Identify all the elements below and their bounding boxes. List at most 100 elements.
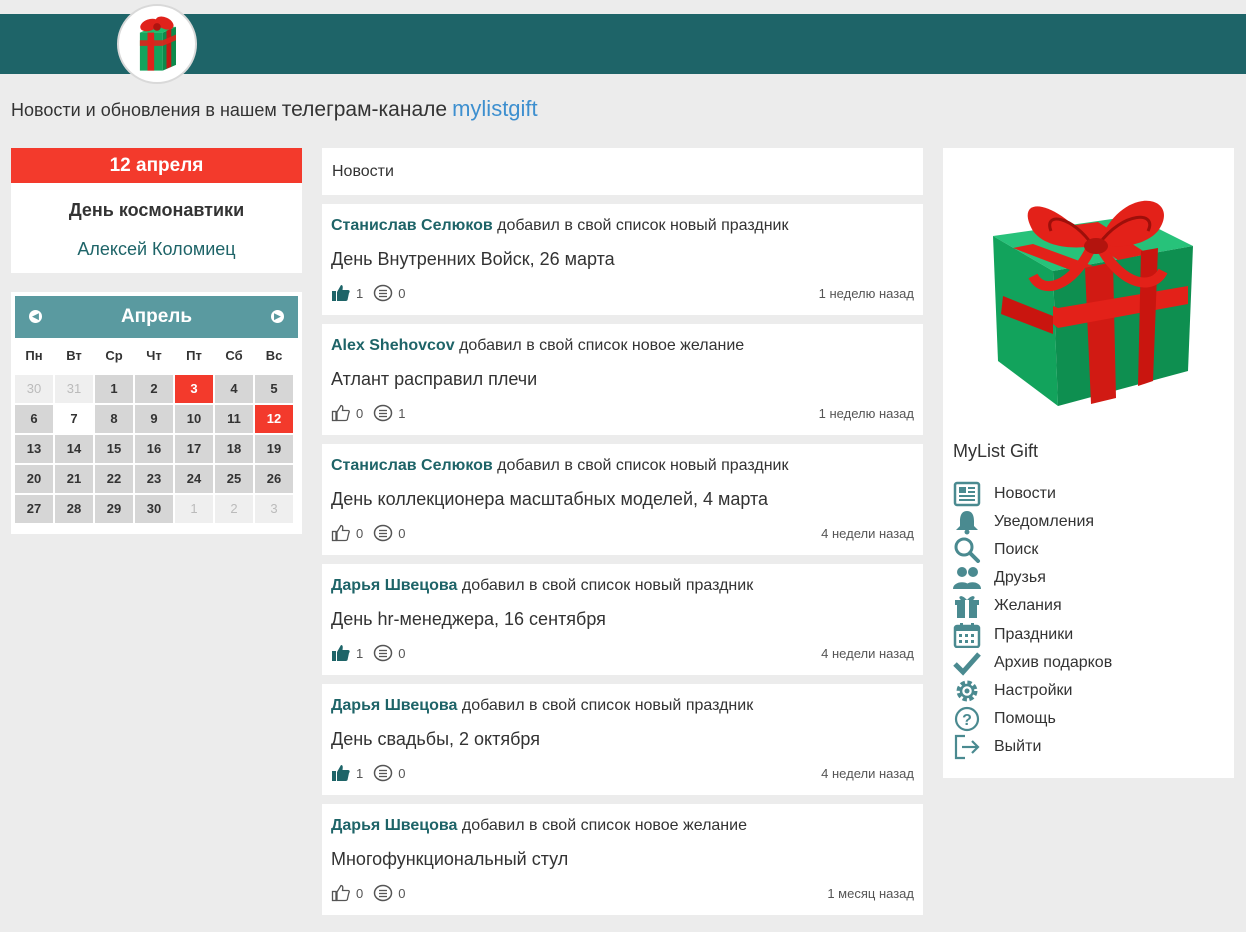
calendar-day[interactable]: 4 [215,375,253,403]
calendar-day[interactable]: 2 [135,375,173,403]
calendar-day[interactable]: 16 [135,435,173,463]
comment-count: 0 [398,285,406,301]
calendar-weekday: Пн [25,348,43,363]
holiday-author[interactable]: Алексей Коломиец [11,239,302,260]
comment-icon [373,884,393,902]
feed-post: Alex Shehovcov добавил в свой список нов… [322,324,923,435]
calendar-day[interactable]: 5 [255,375,293,403]
holiday-name[interactable]: День космонавтики [11,200,302,221]
calendar-day[interactable]: 17 [175,435,213,463]
calendar-day[interactable]: 7 [55,405,93,433]
post-header: Alex Shehovcov добавил в свой список нов… [331,337,914,355]
next-month-icon[interactable]: ▶ [271,310,284,323]
post-author[interactable]: Alex Shehovcov [331,337,455,354]
calendar-day[interactable]: 2 [215,495,253,523]
post-title[interactable]: День Внутренних Войск, 26 марта [331,249,914,270]
calendar-day[interactable]: 26 [255,465,293,493]
sidebar-item-gift[interactable]: Желания [952,592,1112,620]
calendar-day[interactable]: 18 [215,435,253,463]
calendar-day[interactable]: 21 [55,465,93,493]
post-author[interactable]: Станислав Селюков [331,457,493,474]
prev-month-icon[interactable]: ◀ [29,310,42,323]
post-author[interactable]: Дарья Швецова [331,697,457,714]
comment-button[interactable]: 0 [373,764,405,782]
calendar-day[interactable]: 30 [135,495,173,523]
like-button[interactable]: 0 [331,884,363,902]
calendar-day[interactable]: 22 [95,465,133,493]
sidebar-item-checkmark[interactable]: Архив подарков [952,649,1112,677]
calendar-day[interactable]: 1 [175,495,213,523]
post-header: Станислав Селюков добавил в свой список … [331,217,914,235]
post-title[interactable]: Многофункциональный стул [331,849,914,870]
sidebar-item-logout[interactable]: Выйти [952,733,1112,761]
calendar-day[interactable]: 25 [215,465,253,493]
post-author[interactable]: Дарья Швецова [331,817,457,834]
comment-button[interactable]: 1 [373,404,405,422]
calendar-day[interactable]: 27 [15,495,53,523]
calendar-day[interactable]: 28 [55,495,93,523]
comment-button[interactable]: 0 [373,524,405,542]
calendar-weekday: Вт [66,348,82,363]
post-title[interactable]: Атлант расправил плечи [331,369,914,390]
calendar-day[interactable]: 6 [15,405,53,433]
post-action: добавил в свой список новый праздник [461,577,754,594]
like-button[interactable]: 1 [331,764,363,782]
like-button[interactable]: 0 [331,404,363,422]
post-header: Станислав Селюков добавил в свой список … [331,457,914,475]
post-time: 4 недели назад [821,766,914,781]
comment-icon [373,284,393,302]
sidebar-item-calendar[interactable]: Праздники [952,620,1112,648]
sidebar-item-help[interactable]: ? Помощь [952,705,1112,733]
post-title[interactable]: День свадьбы, 2 октября [331,729,914,750]
calendar-day[interactable]: 24 [175,465,213,493]
calendar-weekday: Вс [265,348,283,363]
calendar-day[interactable]: 20 [15,465,53,493]
calendar-day[interactable]: 1 [95,375,133,403]
like-button[interactable]: 1 [331,644,363,662]
post-action: добавил в свой список новое желание [459,337,745,354]
comment-button[interactable]: 0 [373,884,405,902]
comment-count: 0 [398,885,406,901]
calendar-weekday: Сб [225,348,243,363]
sidebar-item-label: Настройки [994,681,1073,699]
post-author[interactable]: Станислав Селюков [331,217,493,234]
calendar-day[interactable]: 30 [15,375,53,403]
calendar-day[interactable]: 31 [55,375,93,403]
gear-icon [952,678,982,704]
sidebar-item-gear[interactable]: Настройки [952,677,1112,705]
calendar-day[interactable]: 8 [95,405,133,433]
post-title[interactable]: День коллекционера масштабных моделей, 4… [331,489,914,510]
post-title[interactable]: День hr-менеджера, 16 сентября [331,609,914,630]
post-action: добавил в свой список новый праздник [497,217,789,234]
like-button[interactable]: 1 [331,284,363,302]
like-outline-icon [331,884,350,902]
calendar-day[interactable]: 3 [175,375,213,403]
like-count: 1 [356,645,364,661]
calendar-day[interactable]: 9 [135,405,173,433]
sidebar-item-label: Друзья [994,569,1046,587]
calendar-day[interactable]: 19 [255,435,293,463]
calendar-day[interactable]: 15 [95,435,133,463]
calendar-day[interactable]: 14 [55,435,93,463]
comment-button[interactable]: 0 [373,644,405,662]
telegram-link[interactable]: mylistgift [452,96,538,121]
sidebar-item-search[interactable]: Поиск [952,536,1112,564]
calendar-day[interactable]: 12 [255,405,293,433]
calendar-day[interactable]: 10 [175,405,213,433]
post-list: Станислав Селюков добавил в свой список … [322,204,923,915]
post-footer: 1 0 4 недели назад [331,764,914,784]
gift-box-icon [993,200,1193,406]
calendar-day[interactable]: 13 [15,435,53,463]
like-button[interactable]: 0 [331,524,363,542]
calendar-day[interactable]: 3 [255,495,293,523]
sidebar-item-friends[interactable]: Друзья [952,564,1112,592]
logo[interactable] [117,4,197,84]
calendar-header: ◀ Апрель ▶ [15,296,298,338]
sidebar-item-bell[interactable]: Уведомления [952,508,1112,536]
calendar-day[interactable]: 23 [135,465,173,493]
sidebar-item-newspaper[interactable]: Новости [952,480,1112,508]
calendar-day[interactable]: 11 [215,405,253,433]
calendar-day[interactable]: 29 [95,495,133,523]
post-author[interactable]: Дарья Швецова [331,577,457,594]
comment-button[interactable]: 0 [373,284,405,302]
